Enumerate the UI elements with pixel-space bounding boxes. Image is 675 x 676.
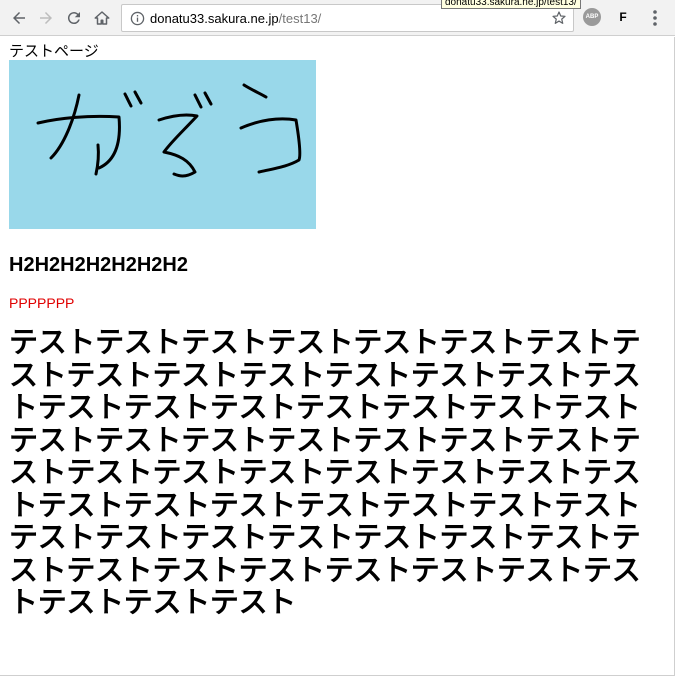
h2-heading: H2H2H2H2H2H2H2 bbox=[9, 254, 188, 276]
back-button[interactable] bbox=[7, 6, 31, 30]
browser-toolbar: donatu33.sakura.ne.jp/test13/ donatu33.s… bbox=[0, 0, 675, 36]
reload-button[interactable] bbox=[62, 6, 86, 30]
large-repeated-text: テストテストテストテストテストテストテストテストテストテストテストテストテストテ… bbox=[9, 325, 641, 619]
info-icon[interactable] bbox=[130, 11, 145, 26]
kebab-menu-icon[interactable] bbox=[646, 8, 664, 28]
page-content: テストページ H2H2H2H2H2H2H2 PPPPPPP テストテストテストテ… bbox=[0, 37, 675, 676]
f-extension-icon[interactable]: F bbox=[614, 8, 632, 26]
url-tooltip: donatu33.sakura.ne.jp/test13/ bbox=[441, 0, 581, 9]
arrow-right-icon bbox=[40, 12, 52, 24]
home-button[interactable] bbox=[90, 6, 114, 30]
handwritten-gazou-drawing bbox=[36, 83, 302, 178]
star-icon[interactable] bbox=[551, 10, 567, 26]
adblock-extension-icon[interactable]: ABP bbox=[583, 8, 601, 26]
home-icon bbox=[94, 11, 110, 25]
url-host: donatu33.sakura.ne.jp bbox=[150, 11, 279, 26]
url-path: /test13/ bbox=[278, 11, 322, 26]
page-heading-text: テストページ bbox=[9, 42, 99, 60]
url-text[interactable]: donatu33.sakura.ne.jp/test13/ bbox=[150, 11, 321, 26]
handwritten-image bbox=[9, 60, 316, 229]
arrow-left-icon bbox=[13, 12, 25, 24]
forward-button[interactable] bbox=[34, 6, 58, 30]
red-paragraph: PPPPPPP bbox=[9, 295, 75, 311]
reload-icon bbox=[67, 12, 80, 25]
